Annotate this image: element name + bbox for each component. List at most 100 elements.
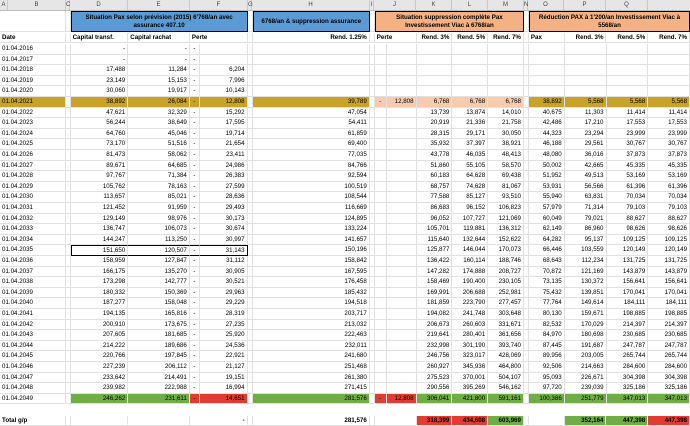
value-cell[interactable]: 180,332 [70,287,129,299]
value-cell[interactable]: 30,674 [199,224,248,235]
value-cell[interactable]: 43,778 [416,150,453,161]
value-cell[interactable] [488,86,524,97]
value-cell[interactable]: 119,881 [452,224,489,235]
value-cell[interactable]: 32,329 [128,107,190,119]
value-cell[interactable]: 62,149 [528,224,565,235]
value-cell[interactable]: 13,739 [416,107,453,119]
value-cell[interactable] [374,266,387,278]
value-cell[interactable]: 73,170 [70,139,129,150]
value-cell[interactable]: 281,576 [252,393,370,405]
value-cell[interactable]: 21,654 [199,139,248,150]
value-cell[interactable]: 323,017 [452,351,489,362]
value-cell[interactable]: 29,963 [199,287,248,299]
value-cell[interactable]: - [189,65,200,76]
value-cell[interactable]: 213,032 [252,319,370,331]
value-cell[interactable] [374,86,387,97]
value-cell[interactable]: 96,152 [452,203,489,214]
value-cell[interactable] [374,319,387,331]
value-cell[interactable]: 24,536 [199,340,248,352]
value-cell[interactable] [374,139,387,150]
value-cell[interactable]: 68,643 [528,256,565,267]
value-cell[interactable]: 107,727 [452,213,489,225]
value-cell[interactable]: 98,626 [648,224,690,235]
value-cell[interactable]: 73,135 [528,277,565,288]
value-cell[interactable]: 30,767 [606,139,649,150]
date-cell[interactable]: 01.04.2030 [0,192,66,203]
value-cell[interactable]: 173,675 [128,319,190,331]
date-cell[interactable]: 01.04.2019 [0,75,66,87]
value-cell[interactable]: 347,013 [606,393,649,405]
column-letter-p[interactable]: P [564,0,606,10]
value-cell[interactable]: 71,314 [564,203,607,214]
value-cell[interactable]: 17,210 [564,118,607,129]
value-cell[interactable]: 121,452 [70,203,129,214]
value-cell[interactable]: 361,656 [488,330,524,341]
value-cell[interactable] [416,54,453,66]
date-cell[interactable]: 01.04.2041 [0,309,66,320]
value-cell[interactable]: 12,808 [386,393,417,405]
value-cell[interactable] [199,44,248,55]
value-cell[interactable] [374,383,387,394]
value-cell[interactable]: 86,960 [564,224,607,235]
value-cell[interactable]: 21,758 [488,118,524,129]
value-cell[interactable]: 166,175 [70,266,129,278]
perte2-header[interactable]: Perte [374,33,417,43]
value-cell[interactable] [386,203,417,214]
value-cell[interactable]: 82,532 [528,319,565,331]
value-cell[interactable]: 247,787 [606,340,649,352]
value-cell[interactable]: 219,641 [416,330,453,341]
date-cell[interactable]: 01.04.2032 [0,213,66,225]
value-cell[interactable]: 125,877 [416,245,453,256]
value-cell[interactable]: 147,282 [416,266,453,278]
value-cell[interactable]: 86,683 [416,203,453,214]
value-cell[interactable]: - [189,150,200,161]
value-cell[interactable]: 66,446 [528,245,565,256]
value-cell[interactable]: 21,336 [452,118,489,129]
value-cell[interactable]: 144,247 [70,234,129,246]
value-cell[interactable]: 135,270 [128,266,190,278]
value-cell[interactable] [488,54,524,66]
value-cell[interactable]: 156,641 [648,277,690,288]
value-cell[interactable]: - [189,192,200,203]
value-cell[interactable] [488,75,524,87]
value-cell[interactable]: 271,415 [252,383,370,394]
value-cell[interactable]: 56,244 [70,118,129,129]
value-cell[interactable]: 159,671 [564,309,607,320]
value-cell[interactable]: 89,671 [70,160,129,172]
value-cell[interactable] [374,150,387,161]
value-cell[interactable]: 198,885 [648,309,690,320]
value-cell[interactable]: 290,556 [416,383,453,394]
value-cell[interactable]: - [70,44,129,55]
value-cell[interactable] [606,54,649,66]
value-cell[interactable] [452,54,489,66]
value-cell[interactable]: 16,994 [199,383,248,394]
rend-125-header[interactable]: Rend. 1.25% [252,33,370,43]
value-cell[interactable]: 56,566 [564,181,607,193]
value-cell[interactable]: 100,386 [528,393,565,405]
value-cell[interactable]: 55,940 [528,192,565,203]
value-cell[interactable]: 22,921 [199,351,248,362]
value-cell[interactable]: 591,161 [488,393,524,405]
value-cell[interactable]: - [189,309,200,320]
value-cell[interactable] [386,330,417,341]
value-cell[interactable]: 239,982 [70,383,129,394]
value-cell[interactable]: 106,073 [128,224,190,235]
value-cell[interactable]: 325,186 [606,383,649,394]
value-cell[interactable]: 69,438 [488,171,524,182]
value-cell[interactable] [374,287,387,299]
value-cell[interactable]: 64,628 [452,171,489,182]
value-cell[interactable] [374,107,387,119]
value-cell[interactable] [648,75,690,87]
value-cell[interactable]: 174,888 [452,266,489,278]
value-cell[interactable]: - [189,266,200,278]
value-cell[interactable]: 143,879 [648,266,690,278]
value-cell[interactable]: 27,599 [199,181,248,193]
value-cell[interactable]: 23,999 [606,128,649,140]
value-cell[interactable] [374,65,387,76]
value-cell[interactable]: 203,005 [564,351,607,362]
value-cell[interactable]: 136,747 [70,224,129,235]
value-cell[interactable] [252,54,370,66]
value-cell[interactable]: 280,401 [452,330,489,341]
date-cell[interactable]: 01.04.2043 [0,330,66,341]
value-cell[interactable]: 170,073 [488,245,524,256]
